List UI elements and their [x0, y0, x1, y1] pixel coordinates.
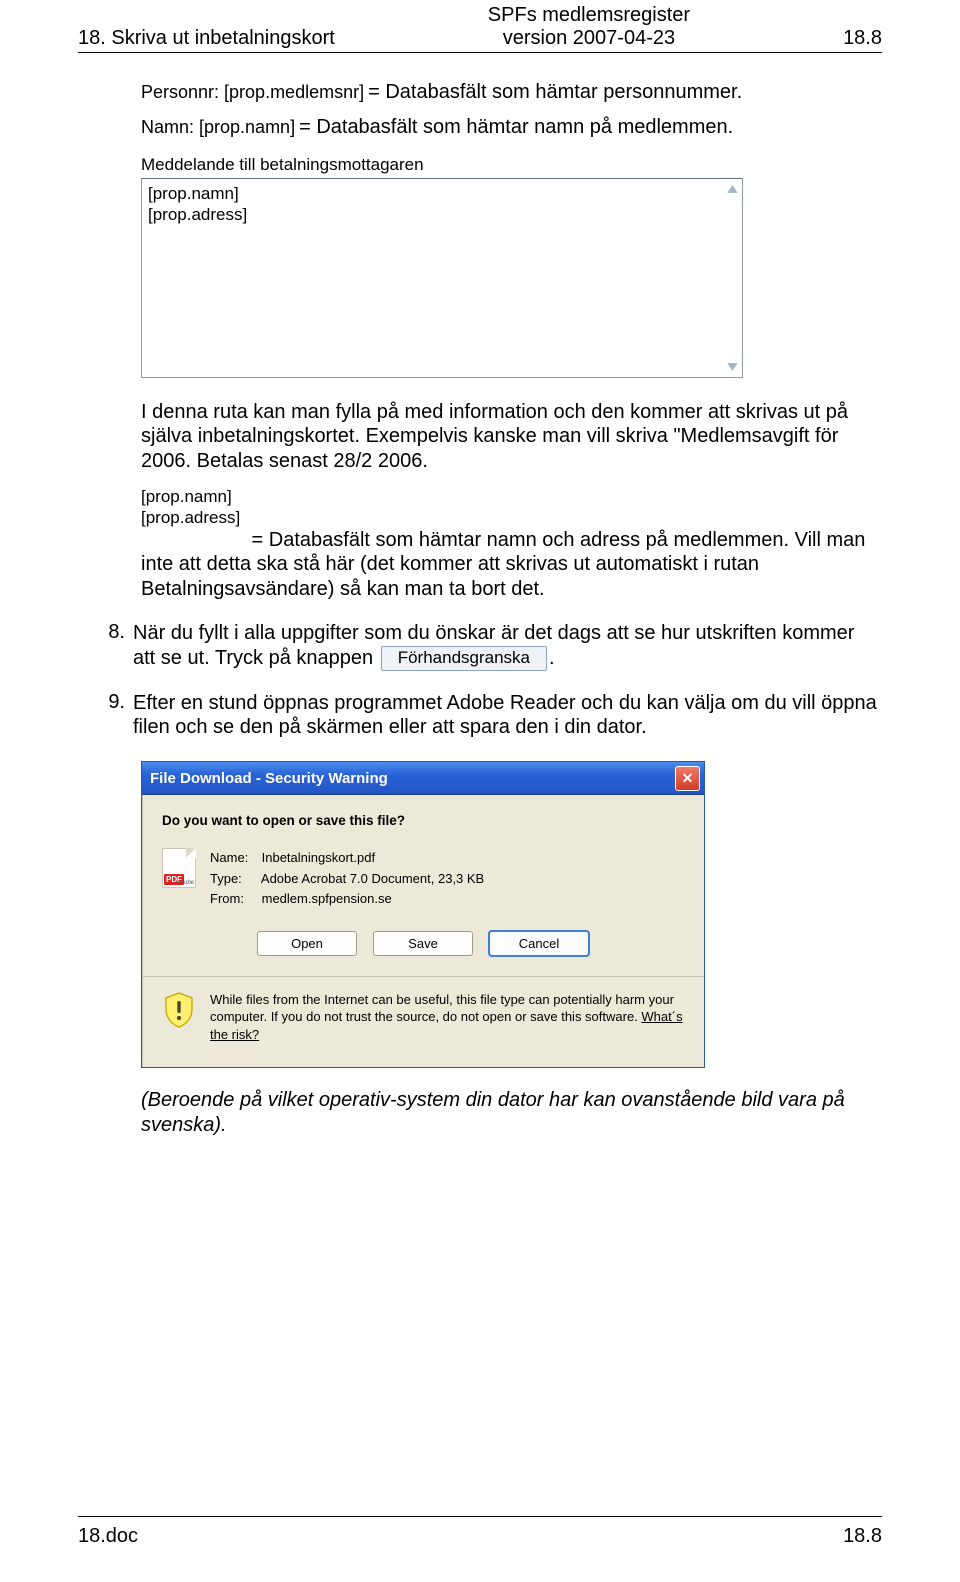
cancel-button[interactable]: Cancel	[489, 931, 589, 956]
dlg-name-value: Inbetalningskort.pdf	[262, 850, 375, 865]
paragraph-ruta: I denna ruta kan man fylla på med inform…	[141, 400, 882, 473]
field-double-1: [prop.namn]	[141, 487, 882, 507]
header-center-1: SPFs medlemsregister	[488, 4, 690, 27]
footer-right: 18.8	[843, 1525, 882, 1548]
page-footer: 18.doc 18.8	[78, 1516, 882, 1548]
header-center-2: version 2007-04-23	[488, 27, 690, 50]
close-icon[interactable]: ✕	[675, 766, 700, 791]
message-box-label: Meddelande till betalningsmottagaren	[141, 155, 882, 175]
message-scrollbar[interactable]	[723, 179, 742, 377]
header-left: 18. Skriva ut inbetalningskort	[78, 26, 335, 50]
message-textarea[interactable]: [prop.namn] [prop.adress]	[141, 178, 743, 378]
preview-button[interactable]: Förhandsgranska	[381, 646, 547, 671]
dlg-type-label: Type:	[210, 869, 258, 889]
footer-left: 18.doc	[78, 1525, 138, 1548]
dlg-type-value: Adobe Acrobat 7.0 Document, 23,3 KB	[261, 871, 484, 886]
header-right: 18.8	[843, 26, 882, 50]
dlg-from-value: medlem.spfpension.se	[262, 891, 392, 906]
field-personnr-desc: = Databasfält som hämtar personnummer.	[368, 81, 742, 104]
field-personnr-label: Personnr: [prop.medlemsnr]	[141, 82, 364, 103]
shield-warning-icon	[162, 991, 196, 1029]
field-double-2: [prop.adress]	[141, 508, 882, 528]
dialog-titlebar[interactable]: File Download - Security Warning ✕	[142, 762, 704, 795]
dialog-question: Do you want to open or save this file?	[162, 813, 684, 828]
dialog-title: File Download - Security Warning	[150, 770, 388, 787]
scroll-down-icon[interactable]	[726, 361, 739, 373]
dlg-name-label: Name:	[210, 848, 258, 868]
caption-italic: (Beroende på vilket operativ-system din …	[141, 1088, 882, 1137]
dlg-from-label: From:	[210, 889, 258, 909]
step-8-number: 8.	[78, 621, 125, 670]
pdf-file-icon: PDF Adobe	[162, 848, 196, 888]
step-9-text: Efter en stund öppnas programmet Adobe R…	[133, 691, 882, 740]
message-line-1: [prop.namn]	[148, 183, 717, 204]
open-button[interactable]: Open	[257, 931, 357, 956]
file-download-dialog: File Download - Security Warning ✕ Do yo…	[141, 761, 705, 1068]
page-header: 18. Skriva ut inbetalningskort SPFs medl…	[78, 4, 882, 53]
scroll-up-icon[interactable]	[726, 183, 739, 195]
field-namn-desc: = Databasfält som hämtar namn på medlemm…	[299, 116, 733, 139]
dialog-warning-text: While files from the Internet can be use…	[210, 992, 674, 1025]
save-button[interactable]: Save	[373, 931, 473, 956]
step-8-text2: .	[549, 647, 555, 669]
field-namn-label: Namn: [prop.namn]	[141, 117, 295, 138]
paragraph-double-desc: = Databasfält som hämtar namn och adress…	[141, 529, 865, 600]
message-line-2: [prop.adress]	[148, 204, 717, 225]
step-9-number: 9.	[78, 691, 125, 740]
